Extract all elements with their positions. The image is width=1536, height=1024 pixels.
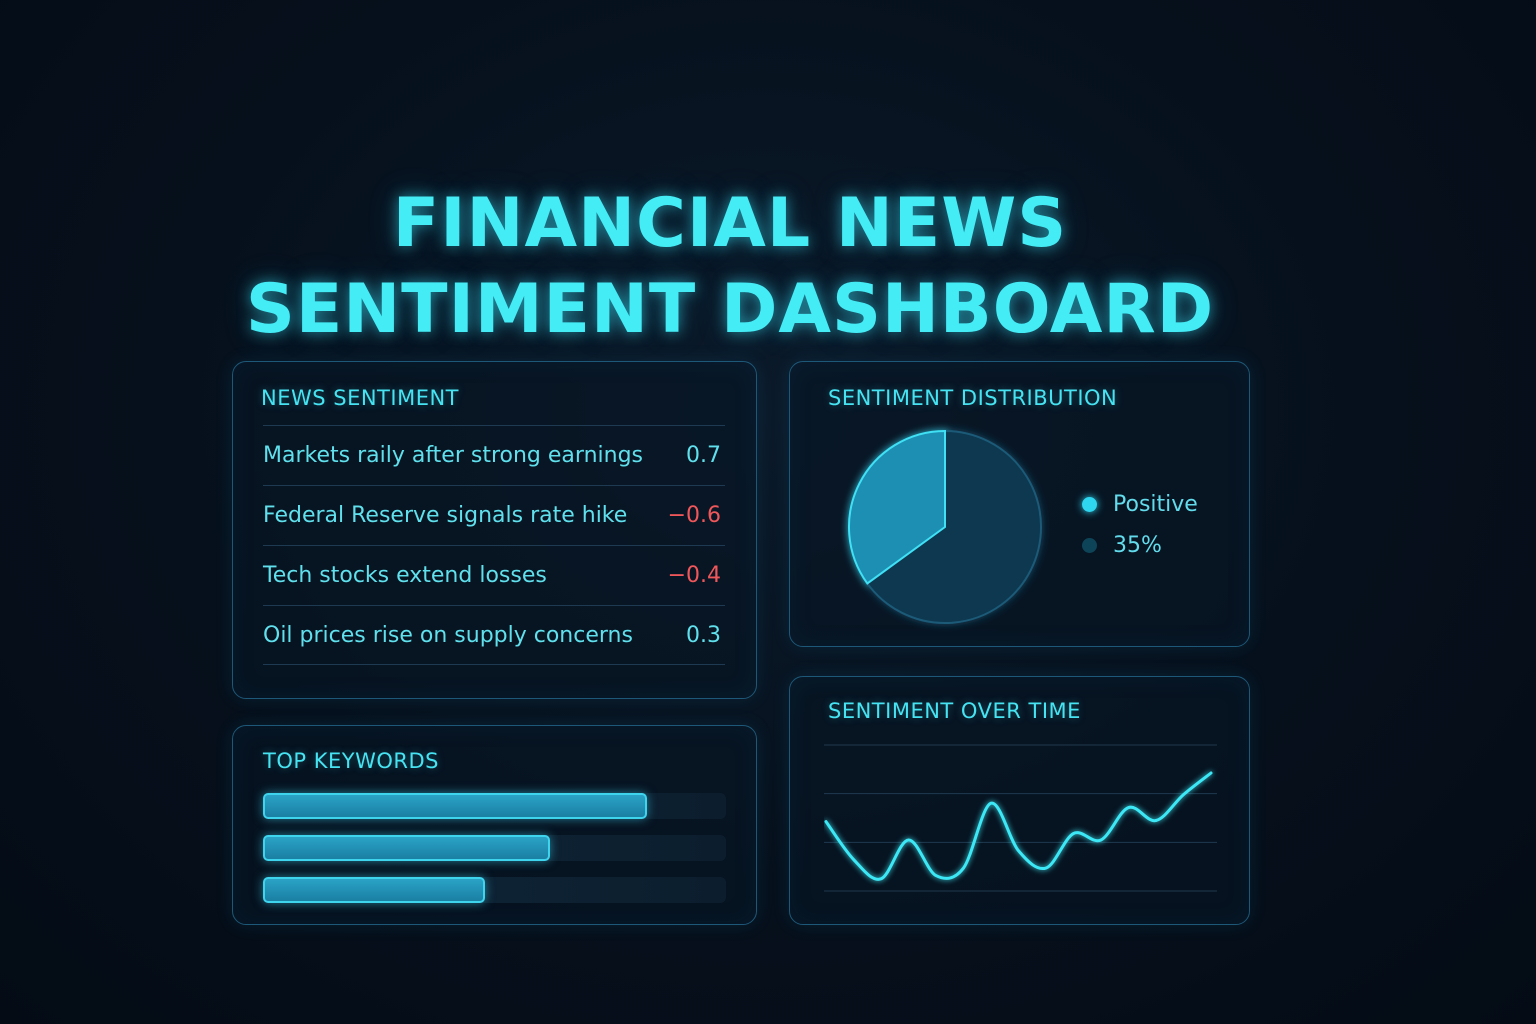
news-score: −0.6 (667, 503, 721, 528)
news-headline: Oil prices rise on supply concerns (263, 622, 633, 648)
sentiment-over-time-panel: SENTIMENT OVER TIME (789, 676, 1250, 925)
sentiment-line-chart (824, 744, 1217, 892)
legend-dot-positive (1082, 497, 1097, 512)
news-score: 0.3 (686, 622, 721, 648)
news-score: −0.4 (667, 563, 721, 588)
keyword-bar-track (263, 877, 726, 903)
page-title-line-2: SENTIMENT DASHBOARD (245, 269, 1215, 349)
news-score: 0.7 (686, 443, 721, 468)
news-row[interactable]: Oil prices rise on supply concerns 0.3 (263, 605, 725, 665)
sentiment-pie-chart (848, 429, 1042, 624)
top-keywords-title: TOP KEYWORDS (263, 749, 439, 773)
news-list: Markets raily after strong earnings 0.7 … (263, 425, 725, 665)
news-row[interactable]: Federal Reserve signals rate hike −0.6 (263, 485, 725, 545)
legend-dot-percent (1082, 538, 1097, 553)
sentiment-distribution-title: SENTIMENT DISTRIBUTION (828, 386, 1118, 410)
keyword-bar-fill (263, 793, 648, 819)
news-headline: Markets raily after strong earnings (263, 443, 643, 468)
legend-item-percent: 35% (1082, 533, 1162, 558)
keyword-bar-track (263, 793, 726, 819)
legend-label-positive: Positive (1113, 492, 1198, 517)
dashboard-page: FINANCIAL NEWS SENTIMENT DASHBOARD NEWS … (0, 0, 1536, 1024)
legend-label-percent: 35% (1113, 533, 1162, 558)
news-sentiment-title: NEWS SENTIMENT (261, 386, 459, 410)
sentiment-distribution-panel: SENTIMENT DISTRIBUTION Positive 35% (789, 361, 1250, 647)
top-keywords-panel: TOP KEYWORDS (232, 725, 757, 925)
legend-item-positive: Positive (1082, 492, 1198, 517)
sentiment-series-line (824, 771, 1213, 881)
keyword-bar-track (263, 835, 726, 861)
page-title-line-1: FINANCIAL NEWS (392, 183, 1068, 263)
news-headline: Federal Reserve signals rate hike (263, 503, 628, 528)
sentiment-over-time-title: SENTIMENT OVER TIME (828, 699, 1081, 723)
page-title: FINANCIAL NEWS SENTIMENT DASHBOARD (0, 181, 1460, 353)
keyword-bar-fill (263, 835, 551, 861)
news-headline: Tech stocks extend losses (263, 563, 547, 588)
news-sentiment-panel: NEWS SENTIMENT Markets raily after stron… (232, 361, 757, 699)
keyword-bar-fill (263, 877, 486, 903)
news-row[interactable]: Markets raily after strong earnings 0.7 (263, 425, 725, 485)
news-row[interactable]: Tech stocks extend losses −0.4 (263, 545, 725, 605)
